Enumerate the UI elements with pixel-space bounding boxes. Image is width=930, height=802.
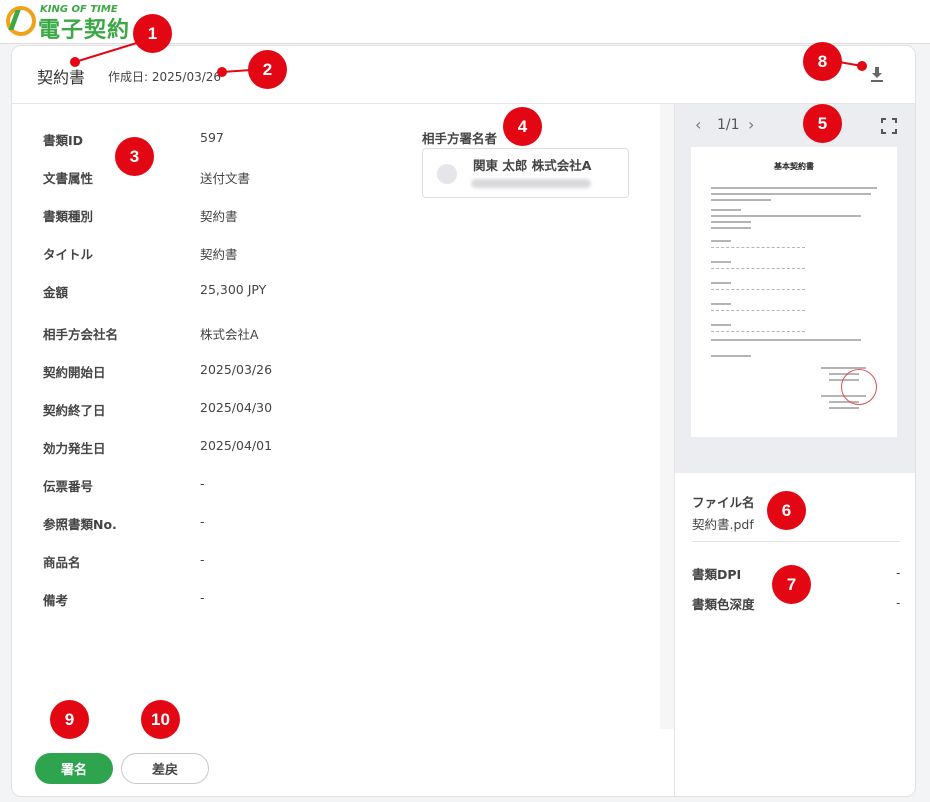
dpi-label: 書類DPI xyxy=(692,567,742,582)
text-line xyxy=(711,339,861,341)
counterparty-label: 相手方署名者 xyxy=(422,131,498,146)
text-line xyxy=(711,221,751,223)
download-icon[interactable] xyxy=(867,64,887,84)
field-value: 契約書 xyxy=(200,247,238,262)
text-line xyxy=(829,407,859,409)
seal-stamp xyxy=(841,369,877,405)
field-label: 商品名 xyxy=(43,555,81,570)
field-label: 金額 xyxy=(43,285,69,300)
next-page-button[interactable]: › xyxy=(748,115,754,134)
counterparty-card[interactable]: 関東 太郎 株式会社A xyxy=(422,148,629,198)
text-line xyxy=(711,199,771,201)
text-line xyxy=(711,240,731,242)
field-value: 2025/03/26 xyxy=(200,362,273,377)
callout-badge: 6 xyxy=(767,491,806,530)
page-indicator: 1/1 xyxy=(717,117,740,133)
counterparty-name: 関東 太郎 株式会社A xyxy=(473,158,592,173)
field-label: 書類ID xyxy=(43,133,84,148)
file-name-value: 契約書.pdf xyxy=(692,517,754,532)
text-line xyxy=(711,193,871,195)
dpi-value: - xyxy=(896,566,901,580)
document-preview: ‹ 1/1 › 基本契約書 xyxy=(675,104,915,473)
panel-gutter xyxy=(660,104,674,729)
document-header: 契約書 作成日: 2025/03/26 xyxy=(12,46,915,104)
dashed-line xyxy=(711,331,805,332)
text-line xyxy=(711,215,861,217)
text-line xyxy=(711,303,731,305)
callout-badge: 10 xyxy=(141,700,180,739)
sign-button[interactable]: 署名 xyxy=(35,753,113,784)
callout-badge: 9 xyxy=(50,700,89,739)
callout-badge: 7 xyxy=(772,565,811,604)
field-value: 597 xyxy=(200,130,224,145)
text-line xyxy=(711,282,731,284)
dashed-line xyxy=(711,268,805,269)
field-label: 伝票番号 xyxy=(43,479,94,494)
field-label: 契約終了日 xyxy=(43,403,106,418)
field-value: - xyxy=(200,590,205,605)
callout-badge: 4 xyxy=(503,107,542,146)
callout-badge: 3 xyxy=(115,137,154,176)
field-label: 契約開始日 xyxy=(43,365,106,380)
field-label: 備考 xyxy=(43,593,69,608)
text-line xyxy=(711,355,751,357)
callout-badge: 8 xyxy=(803,42,842,81)
text-line xyxy=(711,209,741,211)
field-label: 相手方会社名 xyxy=(43,327,119,342)
document-fields: 書類ID 597 文書属性 送付文書 書類種別 契約書 タイトル 契約書 金額 … xyxy=(12,104,660,734)
text-line xyxy=(711,227,751,229)
fullscreen-icon[interactable] xyxy=(881,118,897,134)
field-value: 契約書 xyxy=(200,209,238,224)
return-button[interactable]: 差戻 xyxy=(121,753,209,784)
field-value: - xyxy=(200,476,205,491)
field-value: - xyxy=(200,552,205,567)
text-line xyxy=(711,324,731,326)
redacted-email xyxy=(471,179,591,188)
text-line xyxy=(711,187,877,189)
text-line xyxy=(711,261,731,263)
color-depth-value: - xyxy=(896,596,901,610)
file-name-label: ファイル名 xyxy=(692,495,755,510)
document-thumbnail[interactable]: 基本契約書 xyxy=(691,147,897,437)
dashed-line xyxy=(711,289,805,290)
color-depth-label: 書類色深度 xyxy=(692,597,755,612)
field-value: 2025/04/30 xyxy=(200,400,273,415)
field-value: - xyxy=(200,514,205,529)
callout-badge: 5 xyxy=(803,104,842,143)
paper-title: 基本契約書 xyxy=(774,162,814,171)
field-label: 書類種別 xyxy=(43,209,94,224)
dashed-line xyxy=(711,310,805,311)
page-title: 契約書 xyxy=(37,68,86,87)
field-value: 25,300 JPY xyxy=(200,282,267,297)
field-label: 効力発生日 xyxy=(43,441,106,456)
field-value: 株式会社A xyxy=(200,327,259,342)
field-label: タイトル xyxy=(43,247,94,262)
field-value: 2025/04/01 xyxy=(200,438,273,453)
callout-badge: 1 xyxy=(133,14,172,53)
dashed-line xyxy=(711,247,805,248)
callout-badge: 2 xyxy=(248,50,287,89)
field-label: 文書属性 xyxy=(43,171,94,186)
created-date: 作成日: 2025/03/26 xyxy=(108,70,222,84)
field-label: 参照書類No. xyxy=(43,517,117,532)
logo-brand-title[interactable]: 電子契約 xyxy=(38,12,130,44)
prev-page-button[interactable]: ‹ xyxy=(695,115,701,134)
avatar xyxy=(437,164,457,184)
field-value: 送付文書 xyxy=(200,171,251,186)
divider xyxy=(692,541,900,542)
